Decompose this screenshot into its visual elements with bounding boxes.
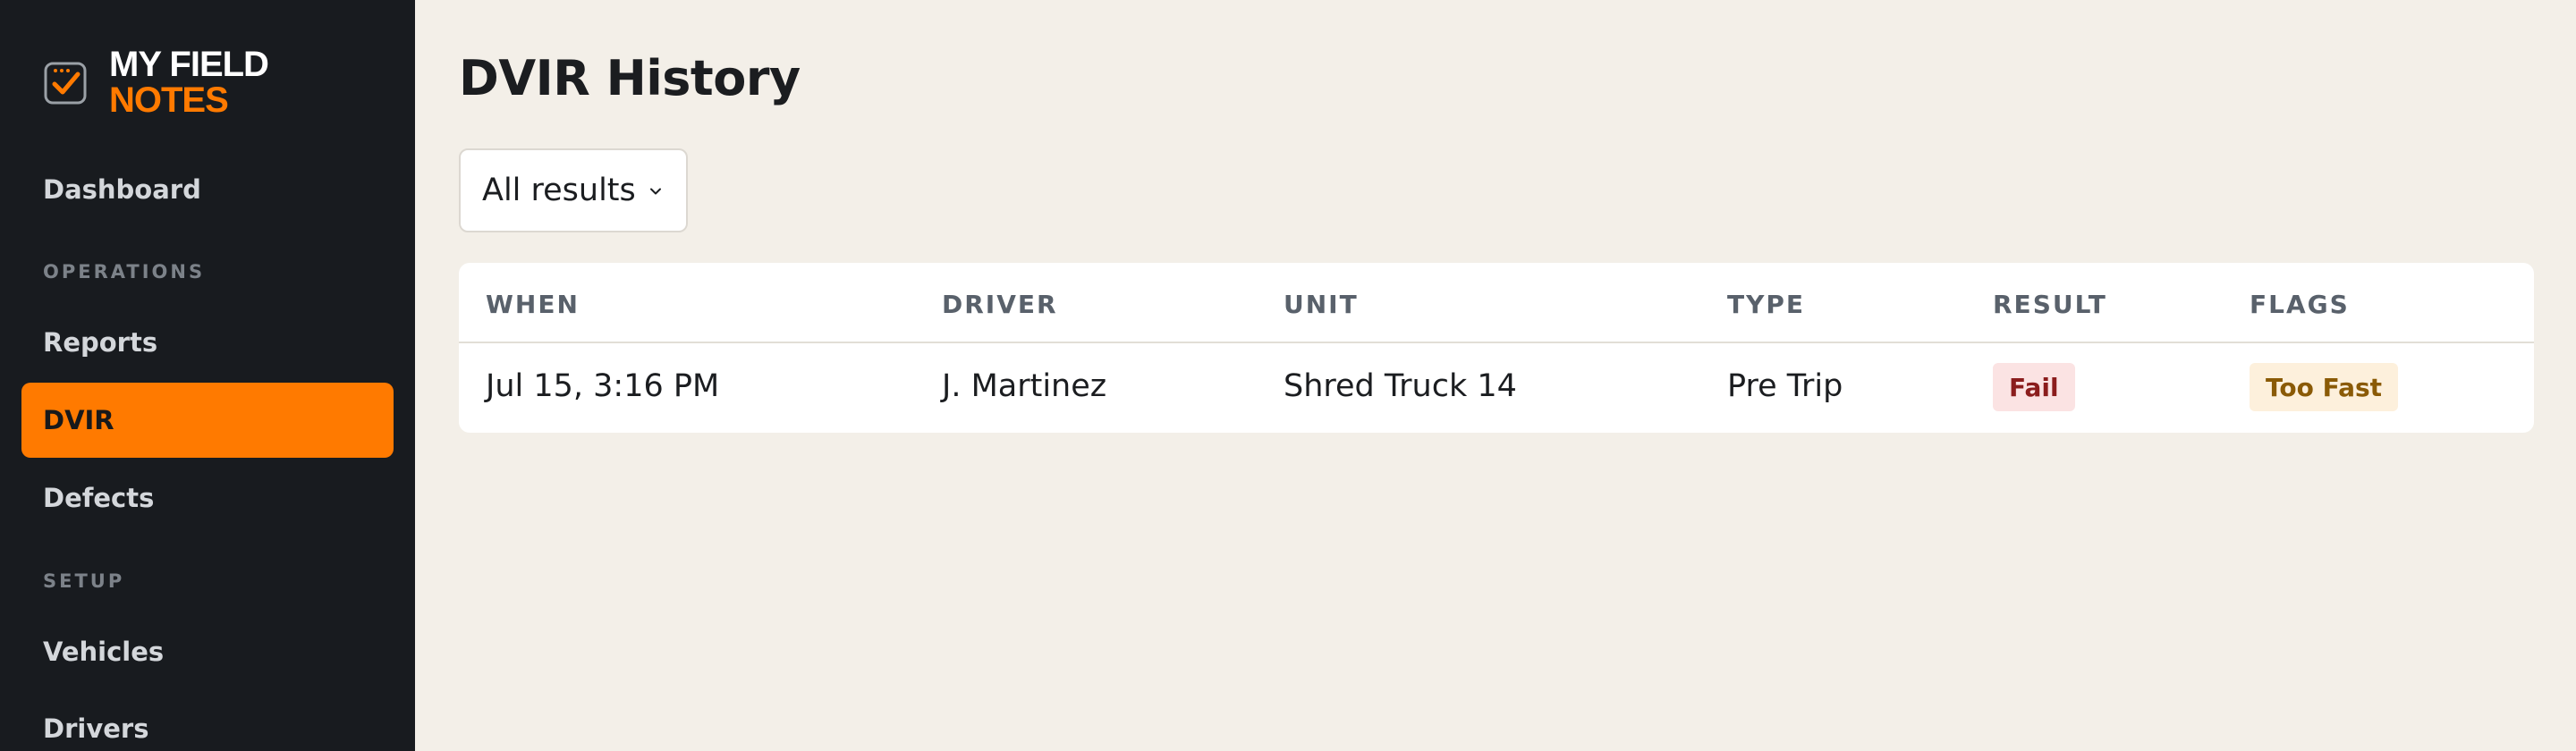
sidebar-item-label: DVIR — [43, 405, 114, 435]
result-filter-select[interactable]: All results — [459, 148, 688, 232]
table-header: WHEN DRIVER UNIT TYPE RESULT FLAGS — [459, 263, 2534, 343]
column-header-result[interactable]: RESULT — [1993, 290, 2107, 319]
cell-when: Jul 15, 3:16 PM — [486, 368, 720, 404]
result-filter-value: All results — [482, 173, 636, 208]
sidebar-item-label: Vehicles — [43, 637, 165, 667]
sidebar-item-label: Defects — [43, 483, 155, 513]
result-badge: Fail — [1993, 363, 2075, 411]
sidebar-item-label: Drivers — [43, 713, 149, 744]
sidebar-item-dashboard[interactable]: Dashboard — [21, 152, 394, 227]
sidebar: MY FIELD NOTES Dashboard OPERATIONS Repo… — [0, 0, 415, 751]
sidebar-item-drivers[interactable]: Drivers — [21, 691, 394, 751]
page-title: DVIR History — [459, 50, 801, 106]
column-header-driver[interactable]: DRIVER — [942, 290, 1058, 319]
checkbox-logo-icon — [44, 62, 87, 105]
chevron-down-icon — [650, 188, 661, 195]
sidebar-item-reports[interactable]: Reports — [21, 305, 394, 380]
cell-unit: Shred Truck 14 — [1284, 368, 1517, 404]
table-row[interactable]: Jul 15, 3:16 PM J. Martinez Shred Truck … — [459, 343, 2534, 433]
brand-logo[interactable]: MY FIELD NOTES — [43, 45, 269, 120]
column-header-type[interactable]: TYPE — [1727, 290, 1805, 319]
flag-badge: Too Fast — [2250, 363, 2399, 411]
brand-wordmark: MY FIELD NOTES — [109, 45, 269, 120]
sidebar-item-defects[interactable]: Defects — [21, 460, 394, 536]
dvir-table: WHEN DRIVER UNIT TYPE RESULT FLAGS Jul 1… — [459, 263, 2534, 433]
brand-line-2: NOTES — [109, 80, 229, 120]
cell-driver: J. Martinez — [942, 368, 1107, 404]
sidebar-item-vehicles[interactable]: Vehicles — [21, 614, 394, 689]
column-header-when[interactable]: WHEN — [486, 290, 580, 319]
brand-line-1: MY FIELD — [109, 45, 269, 84]
column-header-unit[interactable]: UNIT — [1284, 290, 1359, 319]
sidebar-item-dvir[interactable]: DVIR — [21, 383, 394, 458]
sidebar-section-setup: SETUP — [43, 570, 125, 592]
cell-type: Pre Trip — [1727, 368, 1843, 404]
sidebar-item-label: Dashboard — [43, 174, 201, 205]
sidebar-item-label: Reports — [43, 327, 158, 358]
column-header-flags[interactable]: FLAGS — [2250, 290, 2350, 319]
sidebar-section-operations: OPERATIONS — [43, 261, 206, 283]
